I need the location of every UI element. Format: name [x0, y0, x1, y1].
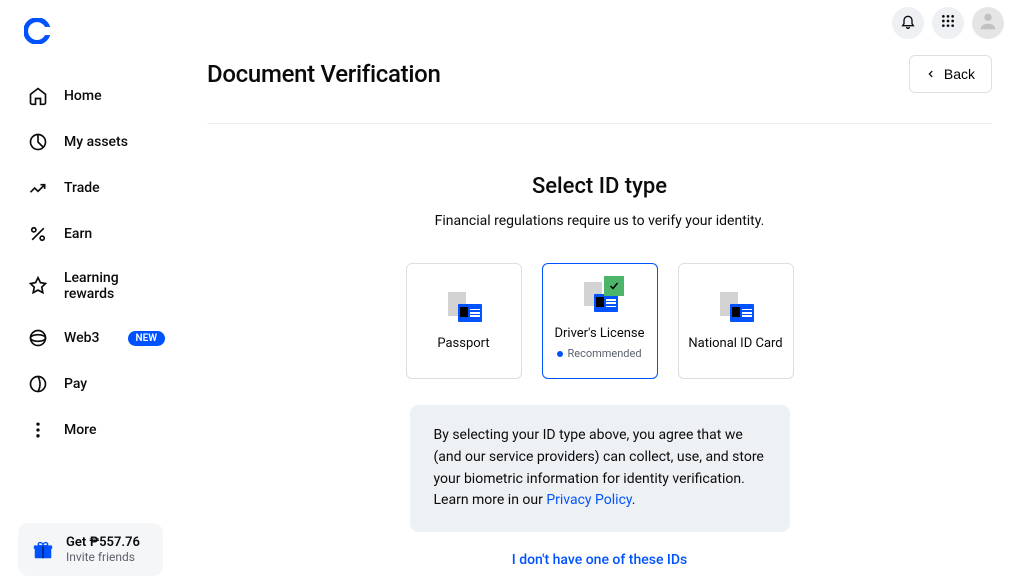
nav-label: Learning rewards: [64, 270, 165, 302]
card-drivers-license[interactable]: Driver's License Recommended: [542, 263, 658, 379]
nav-label: My assets: [64, 134, 128, 150]
nav-label: Home: [64, 88, 102, 104]
passport-label: Passport: [437, 336, 489, 351]
drivers-icon: [582, 282, 618, 312]
nav: Home My assets Trade Earn Learning rewar…: [18, 74, 175, 452]
disclaimer-end: .: [632, 492, 636, 508]
nav-more[interactable]: More: [18, 408, 175, 452]
disclaimer: By selecting your ID type above, you agr…: [410, 405, 790, 532]
person-icon: [977, 10, 999, 36]
nav-label: Earn: [64, 226, 92, 242]
verify-body: Select ID type Financial regulations req…: [210, 124, 990, 568]
national-label: National ID Card: [688, 336, 782, 351]
page-head: Document Verification Back: [207, 55, 992, 124]
nav-home[interactable]: Home: [18, 74, 175, 118]
pie-icon: [28, 132, 48, 152]
more-icon: [28, 420, 48, 440]
trade-icon: [28, 178, 48, 198]
avatar[interactable]: [972, 7, 1004, 39]
home-icon: [28, 86, 48, 106]
web3-icon: [28, 328, 48, 348]
id-type-cards: Passport Driver's License Recommended: [210, 263, 990, 379]
page-title: Document Verification: [207, 60, 441, 88]
privacy-policy-link[interactable]: Privacy Policy: [546, 492, 631, 508]
logo[interactable]: [24, 18, 50, 44]
check-icon: [604, 276, 624, 296]
new-badge: NEW: [128, 331, 166, 346]
nav-earn[interactable]: Earn: [18, 212, 175, 256]
verify-heading: Select ID type: [210, 174, 990, 199]
drivers-label: Driver's License: [554, 326, 644, 341]
national-icon: [718, 292, 754, 322]
back-button[interactable]: Back: [909, 55, 992, 93]
dot-icon: [557, 351, 563, 357]
nav-label: Pay: [64, 376, 87, 392]
invite-title: Get ₱557.76: [66, 535, 140, 550]
no-id-link[interactable]: I don't have one of these IDs: [210, 552, 990, 568]
invite-box[interactable]: Get ₱557.76 Invite friends: [18, 523, 163, 576]
passport-icon: [446, 292, 482, 322]
nav-learning[interactable]: Learning rewards: [18, 258, 175, 314]
chevron-left-icon: [926, 66, 936, 82]
bell-icon: [900, 13, 916, 33]
notifications-button[interactable]: [892, 7, 924, 39]
card-passport[interactable]: Passport: [406, 263, 522, 379]
content: Document Verification Back Select ID typ…: [175, 45, 1024, 588]
verify-subtitle: Financial regulations require us to veri…: [210, 213, 990, 229]
rewards-icon: [28, 276, 48, 296]
pay-icon: [28, 374, 48, 394]
nav-trade[interactable]: Trade: [18, 166, 175, 210]
recommended-badge: Recommended: [557, 347, 641, 360]
sidebar: Home My assets Trade Earn Learning rewar…: [0, 0, 175, 588]
nav-web3[interactable]: Web3 NEW: [18, 316, 175, 360]
nav-pay[interactable]: Pay: [18, 362, 175, 406]
main: Document Verification Back Select ID typ…: [175, 0, 1024, 588]
topbar: [175, 0, 1024, 45]
gift-icon: [32, 539, 54, 561]
nav-label: Web3: [64, 330, 99, 346]
percent-icon: [28, 224, 48, 244]
card-national-id[interactable]: National ID Card: [678, 263, 794, 379]
nav-label: Trade: [64, 180, 100, 196]
apps-icon: [940, 13, 956, 33]
invite-subtitle: Invite friends: [66, 550, 140, 564]
nav-label: More: [64, 422, 97, 438]
back-label: Back: [944, 66, 975, 82]
nav-assets[interactable]: My assets: [18, 120, 175, 164]
apps-button[interactable]: [932, 7, 964, 39]
